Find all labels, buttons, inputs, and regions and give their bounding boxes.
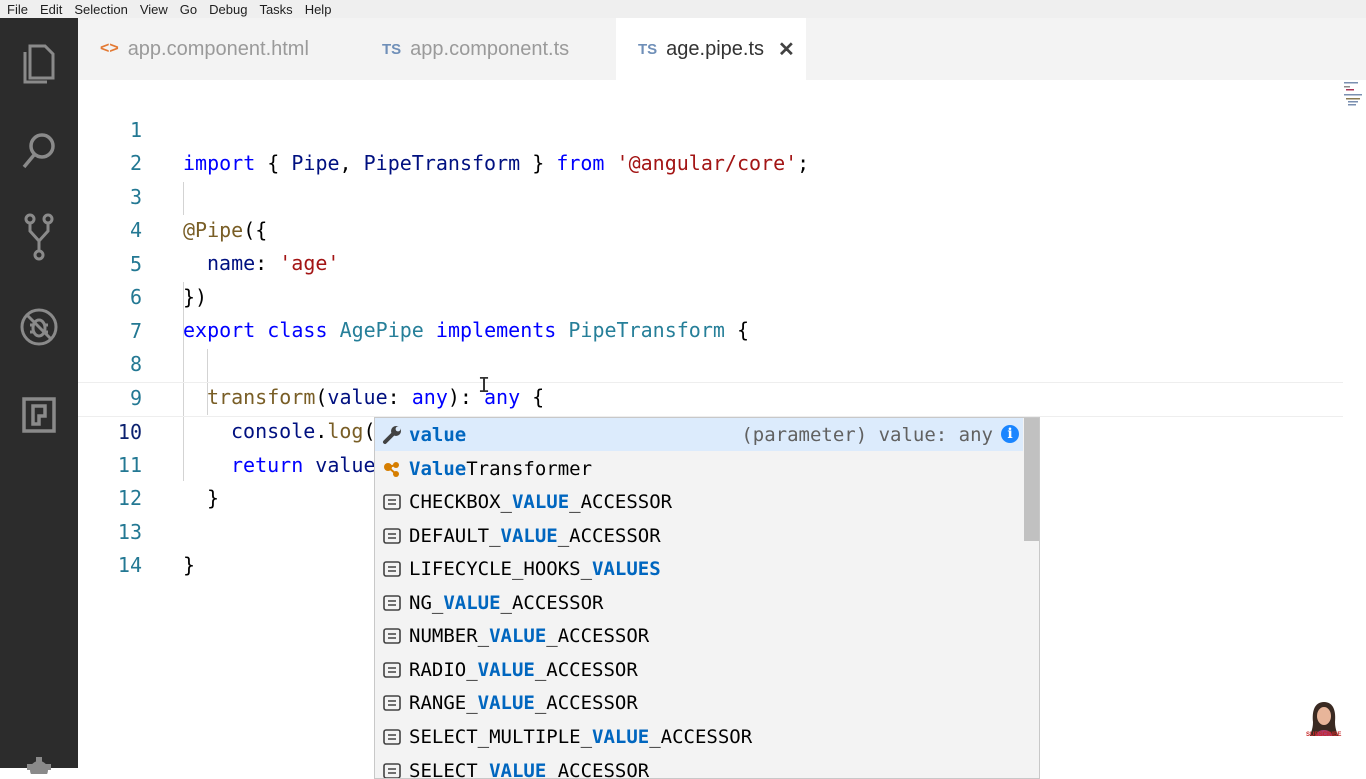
constant-icon (381, 729, 403, 745)
code-line-10: 10 return value; (78, 382, 1343, 417)
suggestion-detail: (parameter) value: any (741, 424, 993, 446)
suggestion-match: VALUE (489, 625, 546, 647)
menu-help[interactable]: Help (305, 2, 332, 17)
suggestion-label: Transformer (466, 458, 592, 480)
menu-selection[interactable]: Selection (74, 2, 127, 17)
suggestion-item[interactable]: LIFECYCLE_HOOKS_VALUES (375, 552, 1023, 585)
suggestion-item[interactable]: RADIO_VALUE_ACCESSOR (375, 653, 1023, 686)
suggestion-match: value (409, 424, 466, 446)
suggestion-item[interactable]: CHECKBOX_VALUE_ACCESSOR (375, 485, 1023, 518)
constant-icon (381, 494, 403, 510)
suggestion-label: SELECT_ (409, 760, 489, 779)
constant-icon (381, 595, 403, 611)
suggest-scrollbar-thumb[interactable] (1024, 418, 1039, 541)
class-icon (381, 459, 403, 479)
menu-file[interactable]: File (7, 2, 28, 17)
tab-label: app.component.ts (410, 38, 569, 61)
suggestion-label: _ACCESSOR (649, 726, 752, 748)
code-line-9: 9 console.log(value); (78, 349, 1343, 382)
suggestion-label: _ACCESSOR (546, 625, 649, 647)
suggestion-label: _ACCESSOR (558, 525, 661, 547)
autocomplete-suggest-widget[interactable]: value (parameter) value: any i ValueTran… (374, 417, 1040, 779)
suggestion-match: VALUE (592, 726, 649, 748)
gear-icon[interactable] (24, 754, 54, 779)
debug-icon[interactable] (16, 304, 62, 350)
code-line-4: 4 name: 'age' (78, 181, 1343, 214)
suggestion-label: NG_ (409, 592, 443, 614)
constant-icon (381, 561, 403, 577)
suggestion-label: _ACCESSOR (535, 659, 638, 681)
suggestion-item[interactable]: SELECT_VALUE_ACCESSOR (375, 754, 1023, 779)
tab-age-pipe-ts[interactable]: TS age.pipe.ts ✕ (616, 18, 806, 80)
suggestion-label: LIFECYCLE_HOOKS_ (409, 558, 592, 580)
constant-icon (381, 763, 403, 779)
suggestion-label: CHECKBOX_ (409, 491, 512, 513)
code-line-7: 7 (78, 282, 1343, 315)
typescript-file-icon: TS (638, 41, 657, 58)
menu-view[interactable]: View (140, 2, 168, 17)
tab-app-component-ts[interactable]: TS app.component.ts (382, 18, 569, 80)
suggestion-item[interactable]: value (parameter) value: any i (375, 418, 1023, 451)
suggestion-item[interactable]: ValueTransformer (375, 452, 1023, 485)
suggestion-match: VALUE (501, 525, 558, 547)
html-file-icon: <> (100, 40, 119, 58)
wrench-icon (381, 425, 403, 445)
suggestion-item[interactable]: NUMBER_VALUE_ACCESSOR (375, 619, 1023, 652)
suggestion-match: VALUES (592, 558, 661, 580)
explorer-icon[interactable] (16, 40, 62, 86)
suggestion-match: VALUE (478, 659, 535, 681)
tab-label: app.component.html (128, 38, 309, 61)
typescript-file-icon: TS (382, 41, 401, 58)
suggestion-label: DEFAULT_ (409, 525, 501, 547)
code-line-5: 5 }) (78, 215, 1343, 248)
tab-app-component-html[interactable]: <> app.component.html (100, 18, 309, 80)
suggestion-match: VALUE (478, 692, 535, 714)
constant-icon (381, 662, 403, 678)
tab-bar: <> app.component.html TS app.component.t… (78, 18, 1366, 80)
suggestion-label: RANGE_ (409, 692, 478, 714)
suggestion-label: RADIO_ (409, 659, 478, 681)
suggestion-label: NUMBER_ (409, 625, 489, 647)
minimap[interactable] (1342, 80, 1366, 110)
menu-go[interactable]: Go (180, 2, 197, 17)
suggestion-item[interactable]: SELECT_MULTIPLE_VALUE_ACCESSOR (375, 720, 1023, 753)
suggestion-item[interactable]: NG_VALUE_ACCESSOR (375, 586, 1023, 619)
activity-bar (0, 18, 78, 768)
suggestion-label: _ACCESSOR (569, 491, 672, 513)
suggestion-label: _ACCESSOR (546, 760, 649, 779)
source-control-icon[interactable] (16, 214, 62, 260)
subscribe-label: SUBSCRIBE (1306, 732, 1341, 738)
extensions-icon[interactable] (16, 392, 62, 438)
suggestion-item[interactable]: DEFAULT_VALUE_ACCESSOR (375, 519, 1023, 552)
tab-label: age.pipe.ts (666, 38, 764, 61)
constant-icon (381, 695, 403, 711)
close-icon[interactable]: ✕ (778, 37, 795, 62)
menu-debug[interactable]: Debug (209, 2, 247, 17)
constant-icon (381, 628, 403, 644)
suggestion-label: _ACCESSOR (501, 592, 604, 614)
punctuation-token: } (183, 553, 195, 577)
code-line-3: 3 @Pipe({ (78, 148, 1343, 181)
code-line-2: 2 (78, 114, 1343, 147)
suggestion-label: _ACCESSOR (535, 692, 638, 714)
suggestion-label: SELECT_MULTIPLE_ (409, 726, 592, 748)
mouse-ibeam-cursor: I (478, 373, 490, 397)
code-line-1: 1 import { Pipe, PipeTransform } from '@… (78, 81, 1343, 114)
search-icon[interactable] (16, 128, 62, 174)
menu-tasks[interactable]: Tasks (259, 2, 292, 17)
suggestion-match: Value (409, 458, 466, 480)
menu-edit[interactable]: Edit (40, 2, 62, 17)
suggestion-match: VALUE (489, 760, 546, 779)
constant-icon (381, 528, 403, 544)
info-icon[interactable]: i (1001, 425, 1019, 443)
code-line-8: 8 transform(value: any): any { (78, 315, 1343, 348)
suggestion-item[interactable]: RANGE_VALUE_ACCESSOR (375, 686, 1023, 719)
line-number: 14 (78, 549, 142, 582)
suggestion-match: VALUE (512, 491, 569, 513)
suggestion-match: VALUE (443, 592, 500, 614)
menu-bar: File Edit Selection View Go Debug Tasks … (0, 0, 1366, 18)
code-line-6: 6 export class AgePipe implements PipeTr… (78, 248, 1343, 281)
